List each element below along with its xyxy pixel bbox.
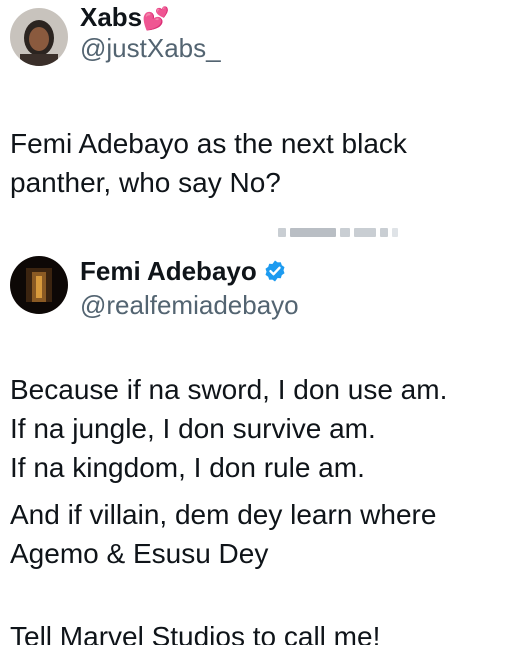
screenshot-page: Xabs💕 @justXabs_ Femi Adebayo as the nex… [0, 0, 517, 645]
author-name-femi-adebayo[interactable]: Femi Adebayo [80, 256, 287, 286]
two-hearts-emoji-icon: 💕 [142, 6, 170, 31]
verified-badge-icon [263, 259, 287, 283]
tweet-text-line: Because if na sword, I don use am. [10, 374, 448, 405]
tweet-text-line: If na jungle, I don survive am. [10, 413, 376, 444]
tweet-text-line: If na kingdom, I don rule am. [10, 452, 365, 483]
tweet-text-line: And if villain, dem dey learn where [10, 499, 437, 530]
watermark [278, 228, 398, 237]
tweet-closing-line: Tell Marvel Studios to call me! [10, 621, 381, 645]
tweet-text-line: panther, who say No? [10, 167, 281, 198]
author-name-label: Femi Adebayo [80, 256, 257, 286]
author-name-xabs[interactable]: Xabs💕 [80, 2, 170, 34]
tweet-text-line: Femi Adebayo as the next black [10, 128, 407, 159]
handle-femi-adebayo[interactable]: @realfemiadebayo [80, 290, 299, 320]
author-name-label: Xabs [80, 2, 143, 32]
avatar-xabs[interactable] [10, 8, 68, 66]
handle-xabs[interactable]: @justXabs_ [80, 33, 221, 63]
tweet-text-line: Agemo & Esusu Dey [10, 538, 269, 569]
avatar-femi-adebayo[interactable] [10, 256, 68, 314]
